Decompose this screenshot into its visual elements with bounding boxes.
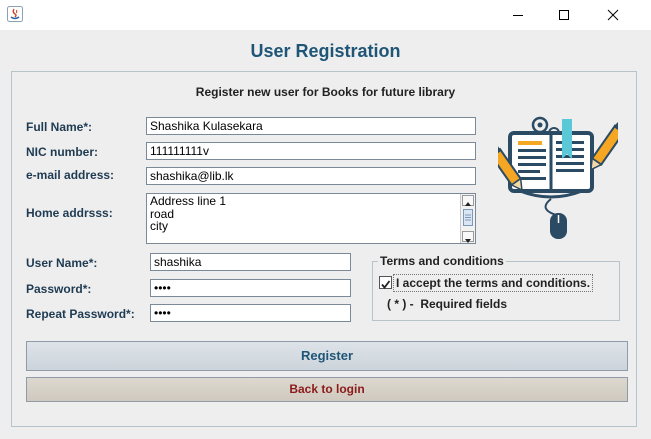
email-field[interactable]: shashika@lib.lk [146, 167, 476, 185]
scroll-up-button[interactable] [462, 195, 474, 206]
username-label: User Name*: [26, 256, 98, 270]
repeat-password-field[interactable]: •••• [150, 304, 351, 322]
terms-checkbox[interactable] [379, 276, 392, 289]
nic-field[interactable]: 111111111v [146, 142, 476, 160]
scroll-down-button[interactable] [462, 231, 474, 243]
checkmark-icon [381, 280, 391, 289]
home-address-textarea[interactable]: Address line 1 road city [146, 193, 476, 244]
maximize-button[interactable] [541, 0, 587, 30]
arrow-down-icon [465, 239, 471, 243]
maximize-icon [559, 10, 569, 20]
window-titlebar [0, 0, 651, 30]
home-address-label: Home addrsss: [26, 206, 113, 220]
address-scrollbar[interactable] [460, 194, 475, 243]
email-label: e-mail address: [26, 168, 115, 182]
required-fields-note: ( * ) - Required fields [387, 297, 508, 311]
terms-title: Terms and conditions [378, 254, 506, 268]
full-name-field[interactable]: Shashika Kulasekara [146, 117, 476, 135]
minimize-button[interactable] [495, 0, 541, 30]
address-line-1: Address line 1 [150, 194, 227, 208]
grip-icon [465, 214, 471, 221]
repeat-password-label: Repeat Password*: [26, 307, 135, 321]
arrow-up-icon [465, 202, 471, 206]
full-name-label: Full Name*: [26, 120, 93, 134]
minimize-icon [513, 15, 523, 16]
back-to-login-button[interactable]: Back to login [26, 377, 628, 402]
nic-label: NIC number: [26, 145, 98, 159]
terms-checkbox-label[interactable]: I accept the terms and conditions. [393, 274, 594, 292]
register-button[interactable]: Register [26, 341, 628, 371]
close-icon [607, 9, 619, 21]
page-title: User Registration [250, 41, 401, 61]
username-field[interactable]: shashika [150, 253, 351, 271]
java-icon [7, 6, 23, 22]
address-line-3: city [150, 219, 168, 233]
password-field[interactable]: •••• [150, 279, 351, 297]
page-subtitle: Register new user for Books for future l… [195, 85, 456, 99]
password-label: Password*: [26, 282, 92, 296]
scroll-thumb[interactable] [463, 209, 473, 226]
book-with-pencils-and-mouse-icon [488, 113, 627, 243]
close-button[interactable] [590, 0, 636, 30]
